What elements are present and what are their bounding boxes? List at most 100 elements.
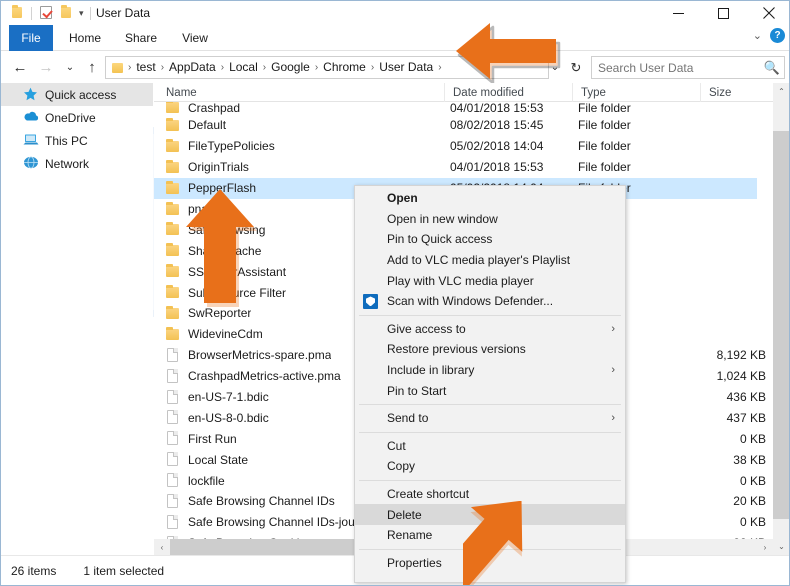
menu-item-label: Give access to	[387, 321, 466, 336]
tab-share[interactable]: Share	[115, 25, 167, 51]
file-name-label: FileTypePolicies	[188, 139, 275, 154]
search-icon[interactable]: 🔍	[764, 60, 780, 76]
file-name-label: en-US-7-1.bdic	[188, 390, 269, 405]
sidebar-item-quick-access[interactable]: Quick access	[1, 83, 153, 106]
refresh-button[interactable]: ↻	[566, 57, 586, 78]
menu-item-copy[interactable]: Copy	[355, 456, 625, 477]
close-button[interactable]	[746, 1, 789, 25]
breadcrumb-item-test[interactable]: test	[133, 57, 158, 78]
network-icon	[23, 156, 40, 172]
menu-item-scan-with-windows-defender[interactable]: Scan with Windows Defender...	[355, 291, 625, 312]
file-type-cell: File folder	[578, 160, 631, 175]
file-size-cell: 437 KB	[726, 410, 766, 425]
breadcrumb-item-user-data[interactable]: User Data	[376, 57, 436, 78]
menu-item-pin-to-start[interactable]: Pin to Start	[355, 380, 625, 401]
status-item-count: 26 items	[11, 563, 57, 578]
scroll-up-button[interactable]: ⌃	[773, 83, 789, 100]
search-input[interactable]	[598, 60, 761, 75]
column-header-size[interactable]: Size	[700, 83, 773, 102]
menu-item-open-in-new-window[interactable]: Open in new window	[355, 209, 625, 230]
menu-item-restore-previous-versions[interactable]: Restore previous versions	[355, 339, 625, 360]
file-name-cell: ShaderCache	[164, 243, 261, 258]
scroll-left-button[interactable]: ‹	[154, 539, 170, 555]
file-name-cell: en-US-8-0.bdic	[164, 410, 269, 425]
sidebar-item-label: This PC	[45, 133, 88, 148]
chevron-down-icon[interactable]: ⌄	[753, 29, 762, 42]
folder-icon	[164, 285, 182, 300]
table-row[interactable]: Default 08/02/2018 15:45 File folder	[154, 115, 757, 136]
file-size-cell: 436 KB	[726, 390, 766, 405]
up-button[interactable]: ↑	[81, 57, 103, 78]
folder-icon	[164, 159, 182, 175]
menu-item-label: Open in new window	[387, 211, 498, 226]
forward-button[interactable]: →	[35, 57, 57, 78]
ribbon-right-controls: ⌄ ?	[753, 28, 785, 43]
tab-file[interactable]: File	[9, 25, 53, 51]
menu-item-send-to[interactable]: Send to ›	[355, 408, 625, 429]
breadcrumb-item-google[interactable]: Google	[268, 57, 313, 78]
menu-item-create-shortcut[interactable]: Create shortcut	[355, 484, 625, 505]
maximize-button[interactable]	[701, 1, 746, 25]
breadcrumb-item-chrome[interactable]: Chrome	[320, 57, 369, 78]
menu-item-delete[interactable]: Delete	[355, 504, 625, 525]
file-name-cell: Safe Browsing Channel IDs	[164, 493, 335, 509]
table-row[interactable]: FileTypePolicies 05/02/2018 14:04 File fol…	[154, 136, 757, 157]
file-name-label: Local State	[188, 452, 249, 467]
table-row[interactable]: OriginTrials 04/01/2018 15:53 File folder	[154, 157, 757, 178]
sidebar-item-this-pc[interactable]: This PC	[1, 129, 153, 152]
address-dropdown-button[interactable]: ⌄	[545, 57, 565, 78]
breadcrumb-item-local[interactable]: Local	[226, 57, 261, 78]
file-name-cell: Safe Browsing	[164, 222, 265, 237]
sidebar-item-label: Quick access	[45, 87, 117, 102]
cloud-icon	[23, 110, 40, 126]
new-folder-icon[interactable]	[56, 4, 76, 22]
breadcrumb-item-appdata[interactable]: AppData	[166, 57, 219, 78]
quick-access-toolbar: ▾	[7, 4, 95, 22]
column-header-name[interactable]: Name	[158, 83, 444, 102]
folder-icon[interactable]	[7, 4, 27, 22]
file-explorer-window: riskcom ▾ User Data File Home Share	[0, 0, 790, 586]
file-name-cell: SwReporter	[164, 305, 251, 321]
scroll-down-button[interactable]: ⌄	[773, 538, 789, 555]
sidebar-item-network[interactable]: Network	[1, 152, 153, 175]
column-header-type[interactable]: Type	[572, 83, 700, 102]
divider	[89, 6, 91, 20]
menu-item-open[interactable]: Open	[355, 188, 625, 209]
folder-icon	[164, 305, 182, 321]
menu-item-include-in-library[interactable]: Include in library ›	[355, 360, 625, 381]
minimize-button[interactable]	[656, 1, 701, 25]
menu-item-rename[interactable]: Rename	[355, 525, 625, 546]
breadcrumb-separator: ›	[370, 62, 375, 73]
scroll-right-button[interactable]: ›	[757, 539, 773, 555]
column-header-date-modified[interactable]: Date modified	[444, 83, 572, 102]
menu-item-properties[interactable]: Properties	[355, 553, 625, 574]
chevron-down-icon[interactable]: ▾	[79, 4, 84, 22]
chevron-right-icon: ›	[611, 363, 615, 376]
file-name-label: Safe Browsing Channel IDs-journal	[188, 515, 375, 530]
menu-item-play-with-vlc-media-player[interactable]: Play with VLC media player	[355, 270, 625, 291]
menu-item-cut[interactable]: Cut	[355, 436, 625, 457]
menu-item-label: Properties	[387, 555, 442, 570]
tab-home[interactable]: Home	[59, 25, 111, 51]
table-row[interactable]: Crashpad 04/01/2018 15:53 File folder	[154, 102, 757, 115]
windows-defender-icon	[363, 293, 378, 309]
sidebar-item-onedrive[interactable]: OneDrive	[1, 106, 153, 129]
file-icon	[164, 452, 182, 467]
menu-item-add-to-vlc-media-player-s-playlist[interactable]: Add to VLC media player's Playlist	[355, 250, 625, 271]
properties-icon[interactable]	[36, 4, 56, 22]
menu-item-pin-to-quick-access[interactable]: Pin to Quick access	[355, 229, 625, 250]
file-name-cell: WidevineCdm	[164, 326, 263, 342]
help-icon[interactable]: ?	[770, 28, 785, 43]
tab-view[interactable]: View	[171, 25, 219, 51]
recent-locations-button[interactable]: ⌄	[59, 57, 81, 78]
computer-icon	[23, 133, 40, 149]
search-box[interactable]: 🔍	[591, 56, 785, 79]
column-header-row: Name Date modified Type Size	[154, 83, 773, 102]
back-button[interactable]: ←	[9, 57, 31, 78]
breadcrumb[interactable]: › test › AppData › Local › Google › Chro…	[105, 56, 549, 79]
vertical-scrollbar[interactable]: ⌃ ⌄	[773, 83, 789, 555]
scrollbar-thumb[interactable]	[773, 131, 789, 519]
file-size-cell: 38 KB	[733, 452, 766, 467]
file-type-cell: File folder	[578, 102, 631, 115]
menu-item-give-access-to[interactable]: Give access to ›	[355, 319, 625, 340]
